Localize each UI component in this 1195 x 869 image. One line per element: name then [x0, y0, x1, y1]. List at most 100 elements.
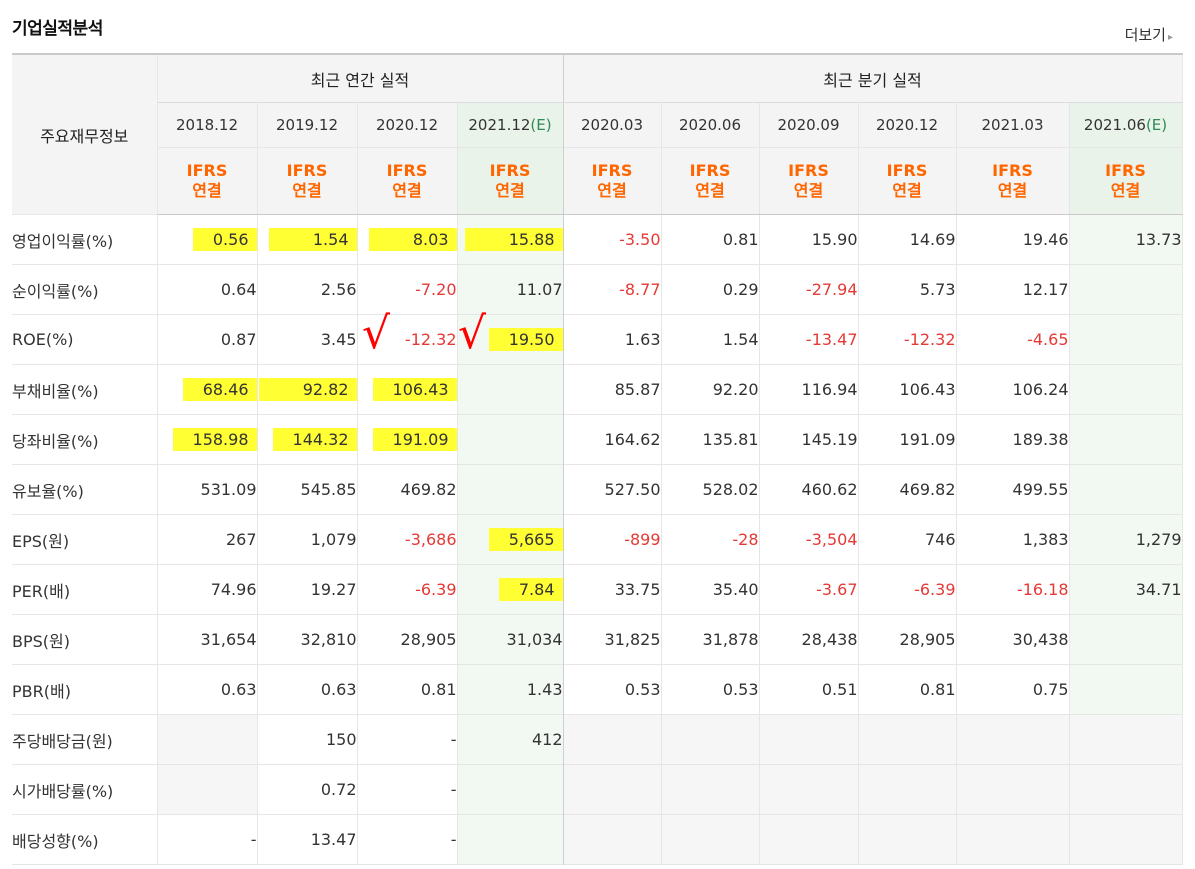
ifrs-label: IFRS	[591, 161, 633, 180]
data-cell: 106.24	[956, 364, 1070, 415]
cell-value: 469.82	[899, 480, 956, 499]
cell-value: -3,686	[404, 530, 457, 549]
cell-value: 1.54	[722, 330, 759, 349]
consolidated-label: 연결	[793, 181, 824, 200]
data-cell	[1069, 714, 1183, 765]
data-cell: -3.67	[759, 564, 859, 615]
data-cell: -	[357, 764, 458, 815]
data-cell: -8.77	[563, 264, 662, 315]
data-cell: 469.82	[357, 464, 458, 515]
ifrs-badge: IFRS 연결	[563, 147, 662, 215]
data-cell	[759, 764, 859, 815]
data-cell: 14.69	[858, 214, 957, 265]
cell-value: -8.77	[619, 280, 661, 299]
data-cell	[661, 764, 760, 815]
data-cell	[1069, 364, 1183, 415]
estimate-marker: (E)	[1145, 116, 1168, 134]
cell-value: 31,825	[604, 630, 661, 649]
cell-value: -12.32	[903, 330, 956, 349]
data-cell	[457, 364, 564, 415]
cell-value: 0.51	[821, 680, 858, 699]
period-header: 2021.12(E)	[457, 102, 564, 148]
data-cell: 1.43	[457, 664, 564, 715]
data-cell: -	[357, 814, 458, 865]
data-cell: 5,665	[457, 514, 564, 565]
cell-value: 1,383	[1022, 530, 1069, 549]
data-cell: -12.32	[858, 314, 957, 365]
period-header: 2020.12	[858, 102, 957, 148]
period-label: 2020.06	[678, 116, 742, 134]
data-cell: 13.73	[1069, 214, 1183, 265]
data-cell	[457, 814, 564, 865]
cell-value: -3.50	[619, 230, 661, 249]
data-cell: 15.88	[457, 214, 564, 265]
ifrs-badge: IFRS 연결	[1069, 147, 1183, 215]
cell-value: 12.17	[1022, 280, 1069, 299]
data-cell: -16.18	[956, 564, 1070, 615]
ifrs-label: IFRS	[186, 161, 228, 180]
check-mark-annotation: √	[458, 308, 487, 359]
cell-value: 28,905	[400, 630, 457, 649]
check-mark-annotation: √	[362, 308, 391, 359]
cell-value: 5,665	[488, 528, 563, 551]
row-label: 유보율(%)	[12, 464, 158, 515]
cell-value: 85.87	[614, 380, 661, 399]
row-label: 시가배당률(%)	[12, 764, 158, 815]
data-cell: 0.53	[661, 664, 760, 715]
table-row: 유보율(%) 531.09 545.85 469.82 527.50 528.02 460.…	[12, 464, 1183, 515]
ifrs-label: IFRS	[788, 161, 829, 180]
data-cell	[661, 714, 760, 765]
data-cell	[759, 714, 859, 765]
cell-value: 35.40	[712, 580, 759, 599]
cell-value: 34.71	[1135, 580, 1182, 599]
data-cell: 30,438	[956, 614, 1070, 665]
data-cell	[1069, 464, 1183, 515]
cell-value: 31,654	[200, 630, 257, 649]
period-label: 2020.09	[777, 116, 840, 134]
data-cell: 28,438	[759, 614, 859, 665]
data-cell	[563, 714, 662, 765]
cell-value: 31,034	[506, 630, 563, 649]
data-cell	[157, 714, 258, 765]
data-cell: -	[357, 714, 458, 765]
cell-value: 0.56	[192, 228, 257, 251]
cell-value: -16.18	[1016, 580, 1069, 599]
data-cell: 469.82	[858, 464, 957, 515]
data-cell: 191.09	[357, 414, 458, 465]
data-cell	[1069, 414, 1183, 465]
cell-value: 106.43	[372, 378, 457, 401]
consolidated-label: 연결	[997, 181, 1028, 200]
cell-value: -13.47	[805, 330, 858, 349]
data-cell: 135.81	[661, 414, 760, 465]
cell-value: 150	[325, 730, 357, 749]
data-cell: 74.96	[157, 564, 258, 615]
data-cell	[157, 764, 258, 815]
period-label: 2019.12	[275, 116, 339, 134]
ifrs-label: IFRS	[386, 161, 428, 180]
data-cell: -28	[661, 514, 760, 565]
data-cell	[1069, 314, 1183, 365]
cell-value: -	[450, 830, 457, 849]
cell-value: 31,878	[702, 630, 759, 649]
cell-value: 7.84	[498, 578, 563, 601]
data-cell	[759, 814, 859, 865]
data-cell: 0.51	[759, 664, 859, 715]
cell-value: 0.87	[220, 330, 257, 349]
data-cell: 158.98	[157, 414, 258, 465]
data-cell: 150	[257, 714, 358, 765]
consolidated-label: 연결	[495, 181, 525, 200]
data-cell: -13.47	[759, 314, 859, 365]
cell-value: 28,905	[899, 630, 956, 649]
data-cell: 0.64	[157, 264, 258, 315]
ifrs-badge: IFRS 연결	[759, 147, 859, 215]
data-cell: 19.27	[257, 564, 358, 615]
row-label: PER(배)	[12, 564, 158, 615]
table-row: PER(배) 74.96 19.27 -6.39 7.84 33.75 35.40 -3.67…	[12, 564, 1183, 615]
cell-value: 189.38	[1012, 430, 1069, 449]
more-link[interactable]: 더보기 ▸	[1125, 24, 1173, 45]
cell-value: 0.81	[420, 680, 457, 699]
data-cell	[1069, 264, 1183, 315]
data-cell: 145.19	[759, 414, 859, 465]
financial-summary-table: 주요재무정보 최근 연간 실적 최근 분기 실적 2018.12 2019.12 2…	[12, 53, 1183, 865]
cell-value: 32,810	[300, 630, 357, 649]
